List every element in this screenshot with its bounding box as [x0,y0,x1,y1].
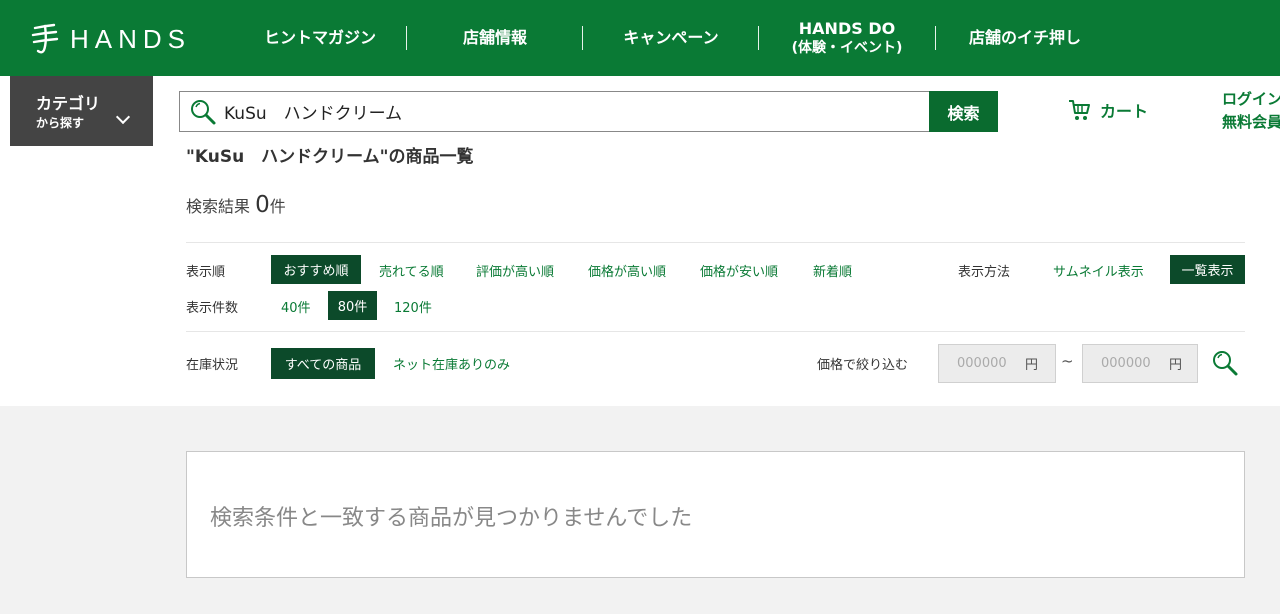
nav-divider [406,26,407,50]
nav-label: 店舗のイチ押し [968,27,1081,47]
per-page-label: 表示件数 [186,301,239,316]
hands-logo-mark-icon [31,23,59,54]
stock-online-only[interactable]: ネット在庫ありのみ [393,354,510,373]
result-count-number: 0 [255,192,270,218]
sort-price-low[interactable]: 価格が安い順 [700,261,778,280]
nav-campaign[interactable]: キャンペーン [600,0,742,76]
divider [186,242,1245,243]
view-list[interactable]: 一覧表示 [1170,255,1245,284]
nav-hands-do[interactable]: HANDS DO (体験・イベント) [772,0,922,76]
cart-link[interactable]: カート [1068,98,1148,122]
sort-label: 表示順 [186,265,226,280]
category-sublabel: から探す [36,116,85,130]
signup-label: 無料会員 [1222,113,1280,132]
price-search-icon[interactable] [1210,348,1240,378]
price-max-placeholder: 000000 [1101,356,1151,371]
result-count-unit: 件 [269,197,286,216]
stock-label: 在庫状況 [186,358,239,373]
sort-recommended[interactable]: おすすめ順 [271,255,361,284]
per-page-80[interactable]: 80件 [328,291,377,320]
price-unit: 円 [1025,358,1039,373]
price-min-placeholder: 000000 [957,356,1007,371]
stock-all-products[interactable]: すべての商品 [271,348,375,379]
category-label: カテゴリ [36,94,101,113]
view-thumbnail[interactable]: サムネイル表示 [1053,261,1144,280]
chevron-down-icon [115,109,131,125]
price-filter-label: 価格で絞り込む [817,358,909,373]
top-nav: HANDS ヒントマガジン 店舗情報 キャンペーン HANDS DO (体験・イ… [0,0,1280,76]
cart-label: カート [1100,102,1149,121]
nav-label: HANDS DO [798,18,896,38]
search-button[interactable]: 検索 [929,91,998,132]
price-separator: ~ [1061,352,1074,370]
logo-text: HANDS [70,23,192,54]
empty-results-message: 検索条件と一致する商品が見つかりませんでした [210,506,693,531]
category-button[interactable]: カテゴリ から探す [10,76,153,146]
per-page-120[interactable]: 120件 [394,297,432,316]
hands-logo[interactable]: HANDS [30,22,191,56]
search-input[interactable] [224,101,904,122]
nav-sublabel: (体験・イベント) [791,40,903,57]
search-icon [191,99,216,124]
view-label: 表示方法 [958,265,1011,280]
nav-label: ヒントマガジン [263,27,376,47]
nav-label: 店舗情報 [462,27,527,47]
result-count-label: 検索結果 [186,197,251,216]
nav-store-recommend[interactable]: 店舗のイチ押し [950,0,1100,76]
nav-store-info[interactable]: 店舗情報 [425,0,565,76]
price-max-field[interactable]: 000000 円 [1082,344,1198,383]
sort-price-high[interactable]: 価格が高い順 [588,261,666,280]
empty-results-box: 検索条件と一致する商品が見つかりませんでした [186,451,1245,578]
sort-newest[interactable]: 新着順 [813,261,852,280]
sort-bestselling[interactable]: 売れてる順 [379,261,444,280]
divider [186,331,1245,332]
per-page-40[interactable]: 40件 [281,297,311,316]
nav-divider [582,26,583,50]
nav-hint-magazine[interactable]: ヒントマガジン [250,0,390,76]
sort-rating[interactable]: 評価が高い順 [476,261,554,280]
result-count: 検索結果 0件 [186,192,286,218]
nav-divider [758,26,759,50]
price-min-field[interactable]: 000000 円 [938,344,1056,383]
page-title: "KuSu ハンドクリーム"の商品一覧 [186,147,474,167]
login-link[interactable]: ログイン 無料会員 [1222,88,1280,135]
nav-divider [935,26,936,50]
search-box [179,91,931,132]
nav-label: キャンペーン [623,27,719,47]
cart-icon [1069,100,1090,120]
price-unit: 円 [1169,358,1183,373]
login-label: ログイン [1222,90,1280,108]
